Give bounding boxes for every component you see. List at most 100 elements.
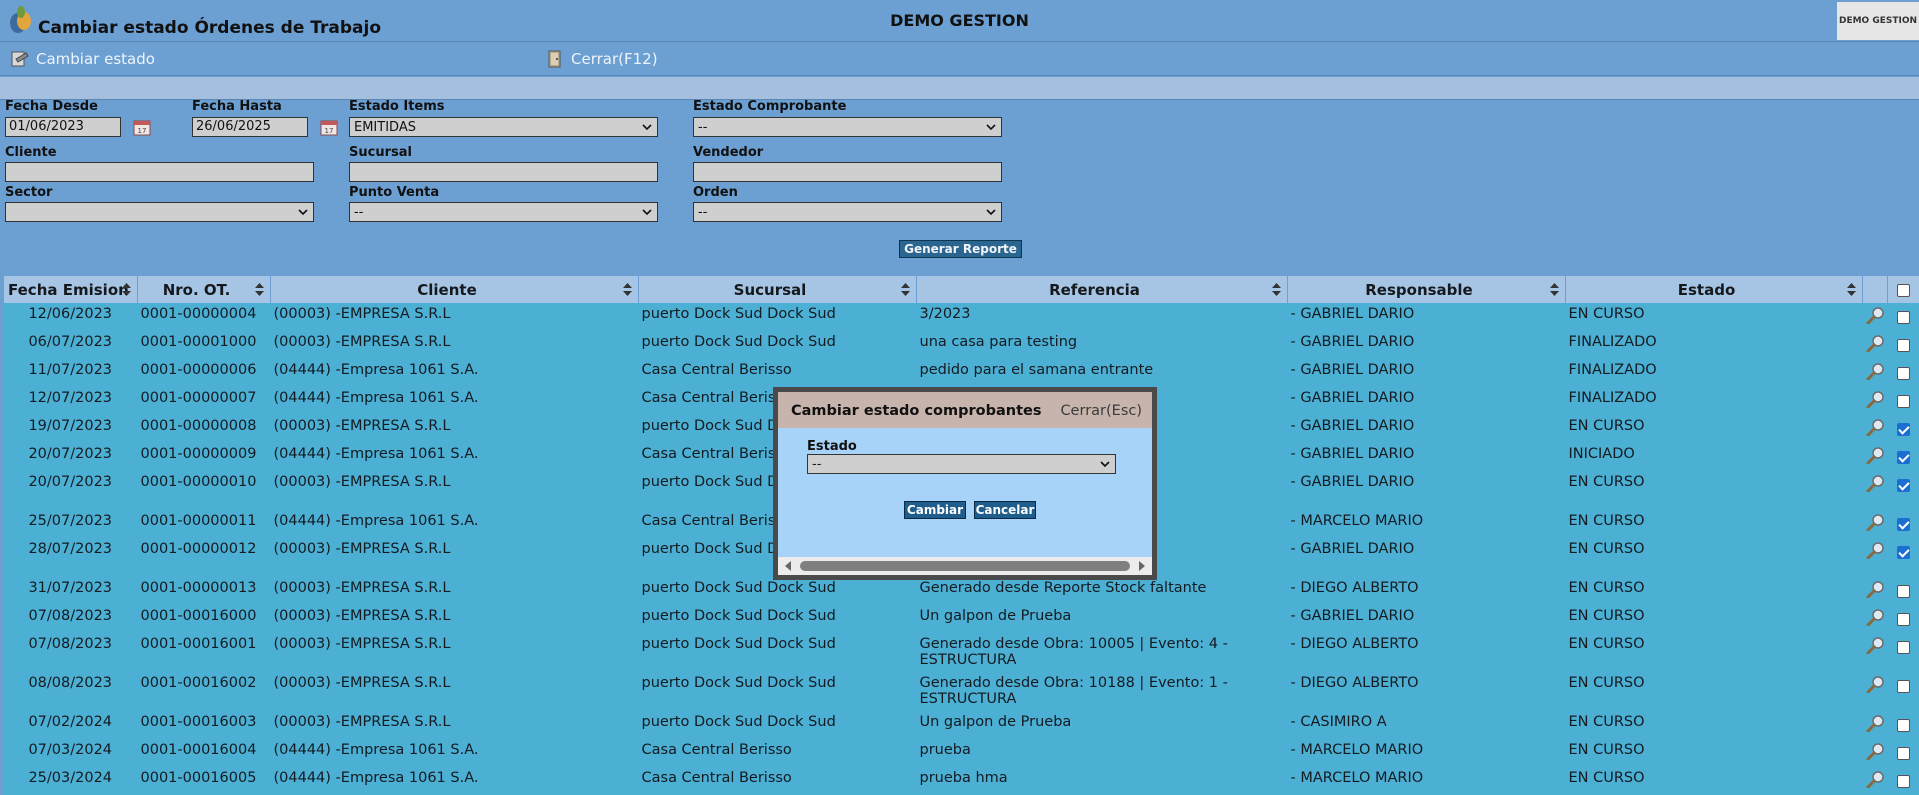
cell-sucursal: Casa Central Berisso [638,739,917,767]
cell-action [1862,387,1888,415]
dialog-horizontal-scrollbar[interactable] [778,557,1152,575]
col-responsable[interactable]: Responsable [1287,276,1566,303]
cell-responsable: - DIEGO ALBERTO [1287,672,1566,711]
magnifier-icon[interactable] [1866,390,1886,409]
magnifier-icon[interactable] [1866,770,1886,789]
magnifier-icon[interactable] [1866,675,1886,694]
table-row[interactable]: 12/06/2023 0001-00000004 (00003) -EMPRESA … [4,303,1919,331]
calendar-icon[interactable]: 17 [132,117,154,137]
row-checkbox[interactable] [1896,584,1910,598]
table-row[interactable]: 07/08/2023 0001-00016001 (00003) -EMPRESA … [4,633,1919,672]
orden-select[interactable]: -- [693,202,1002,222]
row-checkbox[interactable] [1896,422,1910,436]
generate-report-button[interactable]: Generar Reporte [899,240,1022,258]
dialog-close-button[interactable]: Cerrar(Esc) [1060,403,1142,419]
close-button[interactable]: Cerrar(F12) [545,49,658,69]
table-row[interactable]: 06/07/2023 0001-00001000 (00003) -EMPRESA … [4,331,1919,359]
magnifier-icon[interactable] [1866,714,1886,733]
svg-text:17: 17 [325,127,334,135]
cell-nro: 0001-00016003 [137,711,271,739]
row-checkbox[interactable] [1896,478,1910,492]
dialog-cancel-button[interactable]: Cancelar [974,501,1036,519]
magnifier-icon[interactable] [1866,474,1886,493]
cell-cliente: (04444) -Empresa 1061 S.A. [270,387,639,415]
fecha-hasta-input[interactable]: 26/06/2025 [192,117,308,137]
row-checkbox[interactable] [1896,338,1910,352]
row-checkbox[interactable] [1896,612,1910,626]
cell-action [1862,359,1888,387]
magnifier-icon[interactable] [1866,608,1886,627]
calendar-icon[interactable]: 17 [319,117,341,137]
sucursal-input[interactable] [349,162,658,182]
magnifier-icon[interactable] [1866,580,1886,599]
table-row[interactable]: 08/08/2023 0001-00016002 (00003) -EMPRESA … [4,672,1919,711]
col-estado[interactable]: Estado [1565,276,1863,303]
magnifier-icon[interactable] [1866,742,1886,761]
sucursal-label: Sucursal [349,145,412,160]
magnifier-icon[interactable] [1866,636,1886,655]
row-checkbox[interactable] [1896,450,1910,464]
row-checkbox[interactable] [1896,366,1910,380]
row-checkbox[interactable] [1896,679,1910,693]
door-close-icon [548,50,561,68]
table-row[interactable]: 07/08/2023 0001-00016000 (00003) -EMPRESA … [4,605,1919,633]
magnifier-icon[interactable] [1866,541,1886,560]
sector-select[interactable] [5,202,314,222]
cell-nro: 0001-00001000 [137,331,271,359]
cell-estado: EN CURSO [1565,471,1863,510]
magnifier-icon[interactable] [1866,418,1886,437]
cell-nro: 0001-00016005 [137,767,271,795]
cell-responsable: - GABRIEL DARIO [1287,303,1566,331]
magnifier-icon[interactable] [1866,334,1886,353]
row-checkbox[interactable] [1896,774,1910,788]
cell-cliente: (00003) -EMPRESA S.R.L [270,331,639,359]
estado-comprobante-select[interactable]: -- [693,117,1002,137]
row-checkbox[interactable] [1896,517,1910,531]
cell-fecha: 28/07/2023 [4,538,138,577]
col-referencia[interactable]: Referencia [916,276,1288,303]
dialog-confirm-button[interactable]: Cambiar [904,501,966,519]
change-state-button[interactable]: Cambiar estado [10,49,155,69]
cell-action [1862,767,1888,795]
cell-cliente: (04444) -Empresa 1061 S.A. [270,510,639,538]
scroll-left-icon[interactable] [783,560,793,572]
dialog-estado-select[interactable]: -- [807,454,1116,474]
row-checkbox[interactable] [1896,718,1910,732]
row-checkbox[interactable] [1896,640,1910,654]
col-cliente[interactable]: Cliente [270,276,639,303]
estado-items-select[interactable]: EMITIDAS [349,117,658,137]
punto-venta-select[interactable]: -- [349,202,658,222]
table-row[interactable]: 07/02/2024 0001-00016003 (00003) -EMPRESA … [4,711,1919,739]
cliente-input[interactable] [5,162,314,182]
cell-estado: EN CURSO [1565,633,1863,672]
cell-fecha: 31/07/2023 [4,577,138,605]
col-fecha-emision[interactable]: Fecha Emision [4,276,138,303]
cell-responsable: - DIEGO ALBERTO [1287,577,1566,605]
table-row[interactable]: 07/03/2024 0001-00016004 (04444) -Empresa … [4,739,1919,767]
table-row[interactable]: 31/07/2023 0001-00000013 (00003) -EMPRESA … [4,577,1919,605]
table-row[interactable]: 25/03/2024 0001-00016005 (04444) -Empresa … [4,767,1919,795]
cell-responsable: - MARCELO MARIO [1287,739,1566,767]
col-nro-ot[interactable]: Nro. OT. [137,276,271,303]
scroll-right-icon[interactable] [1137,560,1147,572]
col-sucursal[interactable]: Sucursal [638,276,917,303]
magnifier-icon[interactable] [1866,513,1886,532]
col-select-all[interactable] [1887,276,1919,303]
magnifier-icon[interactable] [1866,306,1886,325]
table-row[interactable]: 11/07/2023 0001-00000006 (04444) -Empresa … [4,359,1919,387]
vendedor-input[interactable] [693,162,1002,182]
row-checkbox[interactable] [1896,394,1910,408]
magnifier-icon[interactable] [1866,362,1886,381]
row-checkbox[interactable] [1896,545,1910,559]
cell-select [1887,387,1919,415]
cell-referencia: Generado desde Obra: 10005 | Evento: 4 -… [916,633,1288,672]
row-checkbox[interactable] [1896,310,1910,324]
scrollbar-thumb[interactable] [800,561,1130,571]
punto-venta-value: -- [354,204,364,220]
cell-select [1887,303,1919,331]
row-checkbox[interactable] [1896,746,1910,760]
select-all-checkbox[interactable] [1896,283,1910,297]
fecha-desde-input[interactable]: 01/06/2023 [5,117,121,137]
cell-select [1887,767,1919,795]
magnifier-icon[interactable] [1866,446,1886,465]
